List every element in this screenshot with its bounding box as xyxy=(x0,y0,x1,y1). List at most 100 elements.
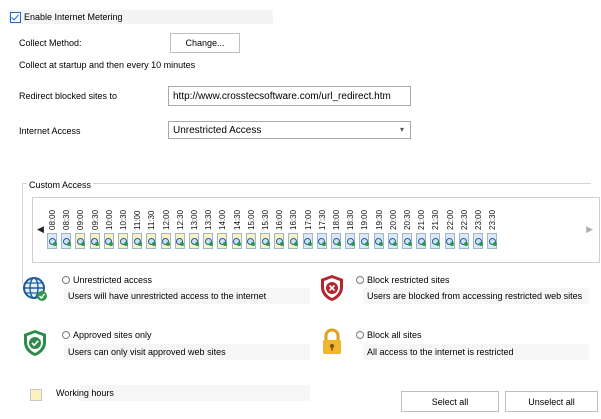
approved-desc: Users can only visit approved web sites xyxy=(64,344,310,360)
globe-icon xyxy=(304,237,313,246)
time-slot[interactable]: 19:00 xyxy=(359,202,370,257)
time-slot-cell[interactable] xyxy=(331,233,341,249)
time-slot[interactable]: 21:00 xyxy=(416,202,427,257)
select-all-button[interactable]: Select all xyxy=(401,391,499,412)
time-slot-cell[interactable] xyxy=(118,233,128,249)
time-slot[interactable]: 13:00 xyxy=(189,202,199,257)
time-slot-cell[interactable] xyxy=(430,233,441,249)
time-slot-label: 11:00 xyxy=(133,210,143,230)
time-slot-label: 13:30 xyxy=(204,209,214,230)
time-slot-cell[interactable] xyxy=(345,233,356,249)
time-slot[interactable]: 20:00 xyxy=(387,202,398,257)
time-slot[interactable]: 10:30 xyxy=(118,202,128,257)
time-slot-cell[interactable] xyxy=(444,233,455,249)
block-restricted-radio[interactable] xyxy=(356,276,364,284)
time-slot-cell[interactable] xyxy=(458,233,469,249)
globe-icon xyxy=(446,237,455,246)
time-slot[interactable]: 08:00 xyxy=(47,202,57,257)
scroll-left-icon[interactable]: ◀ xyxy=(37,224,44,235)
globe-icon xyxy=(275,237,284,246)
time-slot[interactable]: 12:30 xyxy=(174,202,185,257)
time-slot[interactable]: 16:30 xyxy=(288,202,299,257)
collect-method-label: Collect Method: xyxy=(19,38,82,48)
time-slot[interactable]: 14:30 xyxy=(231,202,242,257)
time-slot[interactable]: 11:30 xyxy=(146,202,157,257)
time-slot-label: 08:00 xyxy=(48,209,57,230)
time-slot-label: 17:00 xyxy=(303,209,313,230)
time-slot-cell[interactable] xyxy=(47,233,57,249)
change-button[interactable]: Change... xyxy=(170,33,240,53)
time-slot[interactable]: 17:30 xyxy=(316,202,327,257)
custom-access-legend: Custom Access xyxy=(27,180,94,190)
time-slot-cell[interactable] xyxy=(359,233,370,249)
globe-icon xyxy=(389,237,398,246)
time-slot[interactable]: 18:00 xyxy=(331,202,341,257)
globe-icon xyxy=(417,237,426,246)
unrestricted-radio[interactable] xyxy=(62,276,70,284)
time-slot[interactable]: 19:30 xyxy=(373,202,384,257)
time-slot[interactable]: 16:00 xyxy=(274,202,285,257)
redirect-label: Redirect blocked sites to xyxy=(19,91,118,101)
time-slot[interactable]: 10:00 xyxy=(103,202,114,257)
time-slot[interactable]: 22:30 xyxy=(458,202,469,257)
internet-access-select[interactable]: Unrestricted Access ▾ xyxy=(168,121,411,139)
globe-icon xyxy=(318,237,327,246)
time-slot-cell[interactable] xyxy=(288,233,299,249)
time-slot[interactable]: 23:30 xyxy=(487,202,498,257)
time-slot[interactable]: 15:00 xyxy=(245,202,256,257)
time-slot[interactable]: 13:30 xyxy=(203,202,214,257)
time-slot-cell[interactable] xyxy=(203,233,214,249)
time-slot-cell[interactable] xyxy=(245,233,256,249)
time-slot[interactable]: 15:30 xyxy=(260,202,270,257)
time-slot-label: 15:00 xyxy=(246,209,256,230)
time-slot[interactable]: 12:00 xyxy=(160,202,171,257)
time-slot-cell[interactable] xyxy=(103,233,114,249)
time-slot-cell[interactable] xyxy=(75,233,86,249)
time-slot[interactable]: 20:30 xyxy=(402,202,412,257)
unselect-all-button[interactable]: Unselect all xyxy=(505,391,598,412)
redirect-url-field[interactable]: http://www.crosstecsoftware.com/url_redi… xyxy=(168,86,411,106)
time-slot-cell[interactable] xyxy=(174,233,185,249)
time-slot-cell[interactable] xyxy=(160,233,171,249)
time-slot[interactable]: 23:00 xyxy=(473,202,483,257)
time-slot[interactable]: 17:00 xyxy=(302,202,313,257)
time-slot-cell[interactable] xyxy=(416,233,427,249)
time-slot-cell[interactable] xyxy=(402,233,412,249)
chevron-down-icon[interactable]: ▾ xyxy=(400,125,404,134)
time-slot-cell[interactable] xyxy=(473,233,483,249)
time-slot[interactable]: 08:30 xyxy=(61,202,72,257)
time-slot-cell[interactable] xyxy=(231,233,242,249)
time-slot-label: 09:30 xyxy=(90,209,100,230)
time-slot-cell[interactable] xyxy=(132,233,143,249)
time-slot[interactable]: 09:00 xyxy=(75,202,86,257)
time-slot[interactable]: 14:00 xyxy=(217,202,228,257)
block-restricted-label: Block restricted sites xyxy=(367,275,450,285)
globe-icon xyxy=(119,237,128,246)
time-slot-cell[interactable] xyxy=(189,233,199,249)
scroll-right-icon[interactable]: ▶ xyxy=(586,224,593,235)
block-all-radio[interactable] xyxy=(356,331,364,339)
time-slot-cell[interactable] xyxy=(373,233,384,249)
time-slot-cell[interactable] xyxy=(146,233,157,249)
globe-icon xyxy=(360,237,369,246)
time-slot-label: 08:30 xyxy=(62,209,72,230)
time-slot[interactable]: 09:30 xyxy=(89,202,100,257)
approved-radio[interactable] xyxy=(62,331,70,339)
time-slot[interactable]: 21:30 xyxy=(430,202,441,257)
time-slot-cell[interactable] xyxy=(217,233,228,249)
time-slot-cell[interactable] xyxy=(260,233,270,249)
globe-icon xyxy=(62,237,71,246)
time-slot[interactable]: 18:30 xyxy=(345,202,356,257)
time-slot-cell[interactable] xyxy=(316,233,327,249)
time-slot-cell[interactable] xyxy=(274,233,285,249)
time-slot[interactable]: 22:00 xyxy=(444,202,455,257)
time-slot-cell[interactable] xyxy=(302,233,313,249)
time-slot[interactable]: 11:00 xyxy=(132,202,143,257)
time-slot-cell[interactable] xyxy=(89,233,100,249)
time-slot-cell[interactable] xyxy=(387,233,398,249)
time-slot-cell[interactable] xyxy=(487,233,498,249)
globe-icon xyxy=(488,237,497,246)
checkbox-checked-icon[interactable] xyxy=(10,11,21,23)
time-slot-cell[interactable] xyxy=(61,233,72,249)
enable-metering-checkbox[interactable]: Enable Internet Metering xyxy=(8,10,273,24)
